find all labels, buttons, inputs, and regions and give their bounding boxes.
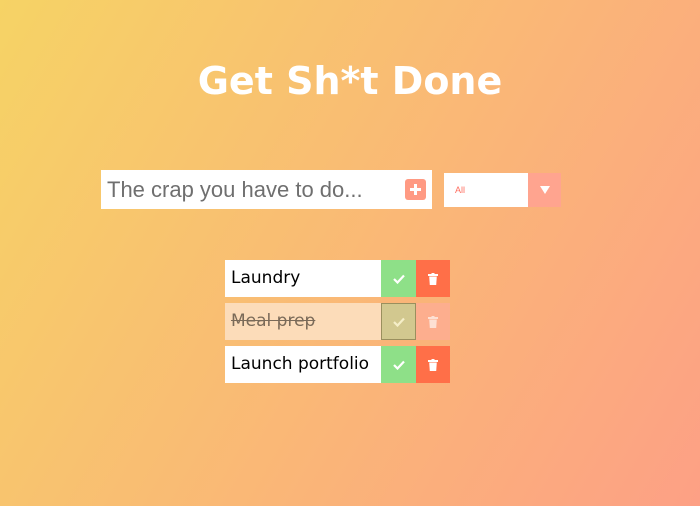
todo-input[interactable]	[101, 171, 397, 208]
page-title: Get Sh*t Done	[197, 59, 503, 104]
todo-form: All	[101, 170, 561, 209]
check-icon	[392, 360, 405, 370]
check-icon	[392, 317, 405, 327]
todo-item: Laundry	[225, 260, 450, 297]
trash-icon	[428, 315, 438, 328]
todo-input-wrapper	[101, 170, 432, 209]
complete-button[interactable]	[381, 260, 416, 297]
trash-icon	[428, 272, 438, 285]
check-icon	[392, 274, 405, 284]
trash-icon	[428, 358, 438, 371]
caret-down-icon	[539, 185, 550, 194]
todo-item: Meal prep	[225, 303, 450, 340]
plus-square-icon	[410, 184, 421, 195]
todo-text: Meal prep	[231, 311, 316, 331]
todo-item: Launch portfolio	[225, 346, 450, 383]
delete-button[interactable]	[416, 260, 450, 297]
todo-text: Launch portfolio	[231, 354, 370, 374]
filter-dropdown-button[interactable]	[528, 172, 561, 207]
filter-selected-value: All	[455, 184, 466, 195]
todo-list: Laundry Meal prep Launch portfolio	[225, 260, 450, 389]
todo-text: Laundry	[231, 268, 301, 288]
complete-button[interactable]	[381, 303, 416, 340]
complete-button[interactable]	[381, 346, 416, 383]
filter-select[interactable]: All	[444, 172, 561, 207]
delete-button[interactable]	[416, 303, 450, 340]
add-todo-button[interactable]	[405, 179, 426, 200]
delete-button[interactable]	[416, 346, 450, 383]
